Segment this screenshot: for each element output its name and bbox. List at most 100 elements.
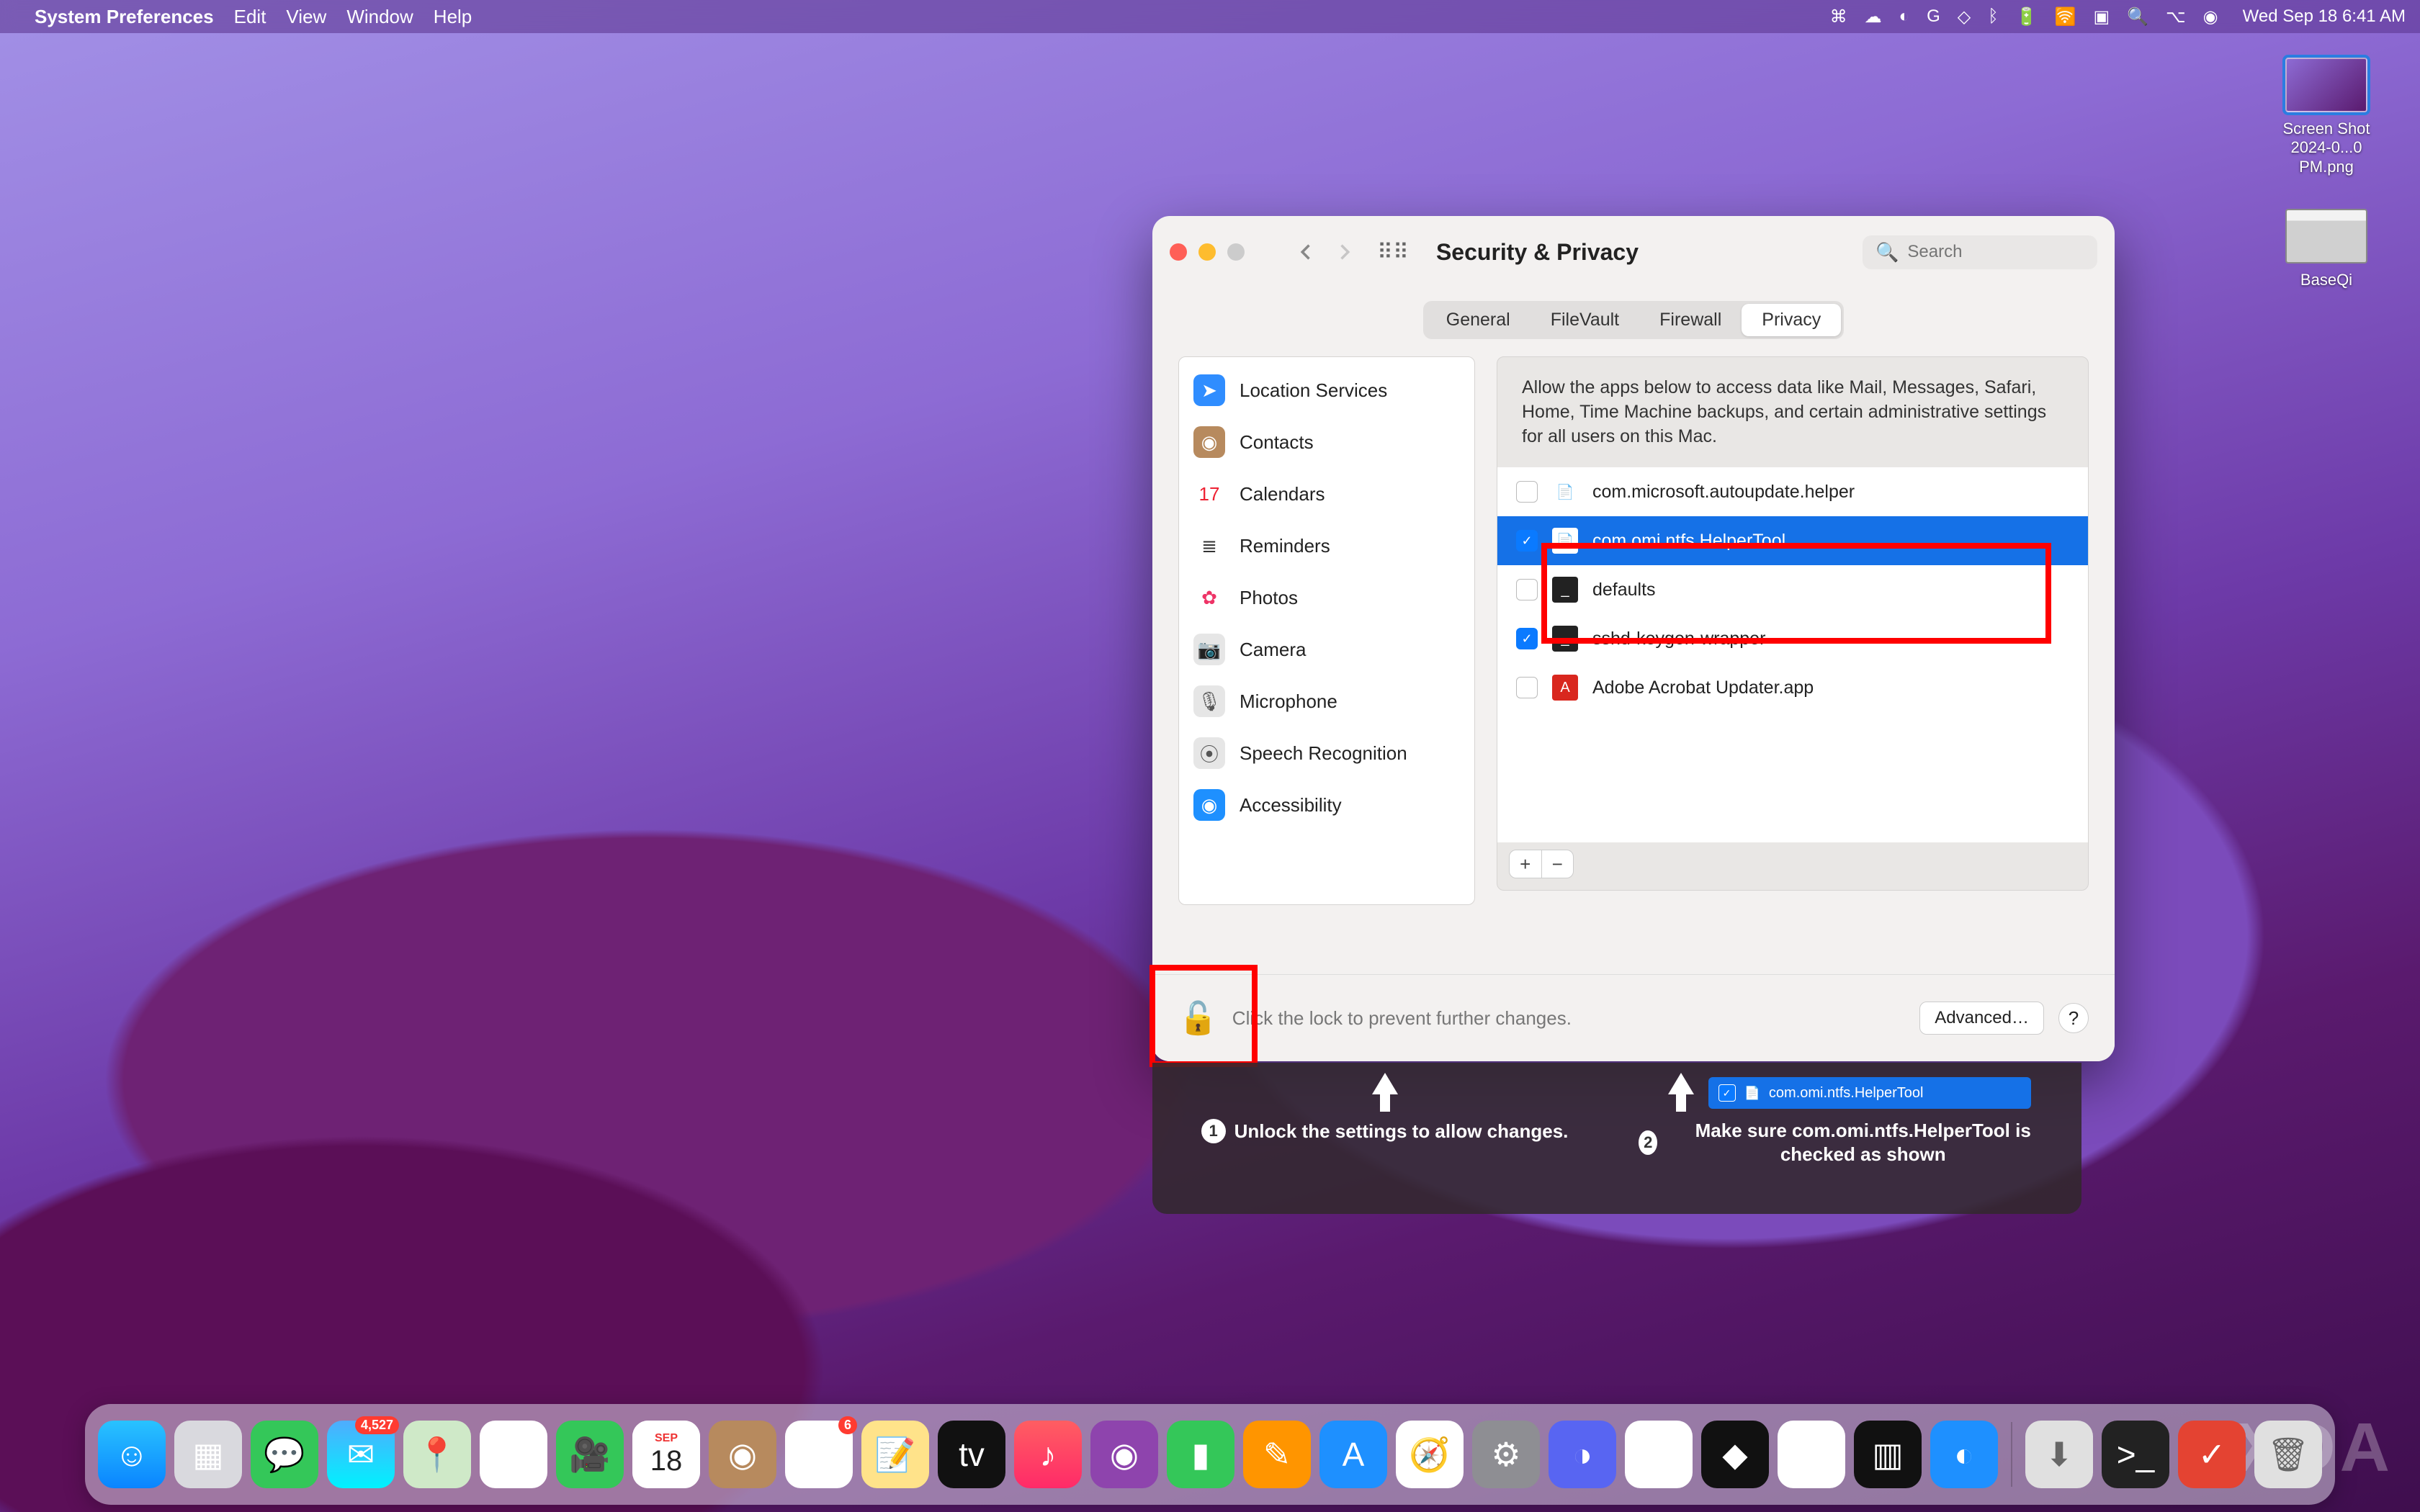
dock-tile-launchpad[interactable]: ▦ — [174, 1421, 242, 1488]
menubar-clock[interactable]: Wed Sep 18 6:41 AM — [2243, 6, 2406, 27]
dock-tile-maps[interactable]: 📍 — [403, 1421, 471, 1488]
dock-tile-cleanmymac[interactable]: ◐ — [1930, 1421, 1998, 1488]
dock-tile-discord[interactable]: ◑ — [1549, 1421, 1616, 1488]
dock-tile-sysprefs[interactable]: ⚙ — [1472, 1421, 1540, 1488]
siri-icon[interactable]: ◉ — [2203, 6, 2218, 27]
dock-tile-downloads[interactable]: ⬇ — [2025, 1421, 2093, 1488]
bluetooth-icon[interactable]: ᛒ — [1988, 6, 1998, 27]
dock-tile-reminders[interactable]: ≣6 — [785, 1421, 853, 1488]
show-all-icon[interactable]: ⠿⠿ — [1377, 240, 1409, 265]
permission-checkbox[interactable]: ✓ — [1516, 530, 1538, 552]
back-button[interactable] — [1295, 240, 1318, 264]
dock-tile-calendar[interactable]: SEP18 — [632, 1421, 700, 1488]
category-item[interactable]: ⦿Speech Recognition — [1179, 727, 1474, 779]
dock-tile-finder[interactable]: ☺ — [98, 1421, 166, 1488]
help-button[interactable]: ? — [2058, 1003, 2089, 1033]
dock-tile-facetime[interactable]: 🎥 — [556, 1421, 624, 1488]
app-row[interactable]: _defaults — [1497, 565, 2088, 614]
tab-filevault[interactable]: FileVault — [1531, 304, 1639, 336]
wifi-icon[interactable]: 🛜 — [2055, 6, 2076, 27]
app-menu[interactable]: System Preferences — [35, 6, 214, 28]
dock-tile-photos[interactable]: ✿ — [480, 1421, 547, 1488]
dock-tile-pages[interactable]: ✎ — [1243, 1421, 1311, 1488]
desktop-icon-screenshot[interactable]: Screen Shot 2024-0...0 PM.png — [2269, 58, 2384, 176]
category-item[interactable]: 📷Camera — [1179, 624, 1474, 675]
minimize-button[interactable] — [1198, 243, 1216, 261]
dock-tile-slack[interactable]: ✳ — [1625, 1421, 1693, 1488]
circle-status-icon[interactable]: ◐ — [1899, 6, 1910, 27]
category-item[interactable]: ≣Reminders — [1179, 520, 1474, 572]
app-permission-list[interactable]: 📄com.microsoft.autoupdate.helper✓📄com.om… — [1497, 467, 2088, 842]
app-row[interactable]: ✓📄com.omi.ntfs.HelperTool — [1497, 516, 2088, 565]
app-row[interactable]: AAdobe Acrobat Updater.app — [1497, 663, 2088, 712]
dock-tile-music[interactable]: ♪ — [1014, 1421, 1082, 1488]
permission-checkbox[interactable] — [1516, 481, 1538, 503]
search-field[interactable]: 🔍 — [1863, 235, 2097, 269]
dock-tile-numbers[interactable]: ▮ — [1167, 1421, 1234, 1488]
step-1-text: Unlock the settings to allow changes. — [1234, 1120, 1569, 1143]
system-preferences-window: ⠿⠿ Security & Privacy 🔍 General FileVaul… — [1152, 216, 2115, 1061]
dock-tile-safari[interactable]: 🧭 — [1396, 1421, 1464, 1488]
screen-mirror-icon[interactable]: ▣ — [2093, 6, 2110, 27]
category-item[interactable]: ✿Photos — [1179, 572, 1474, 624]
dock-tile-chrome[interactable]: ◉ — [1778, 1421, 1845, 1488]
permission-checkbox[interactable]: ✓ — [1516, 628, 1538, 649]
desktop-icon-baseqi[interactable]: BaseQi — [2269, 209, 2384, 289]
search-input[interactable] — [1906, 241, 2084, 263]
cloud-icon[interactable]: ☁ — [1865, 6, 1882, 27]
dock-tile-messages[interactable]: 💬 — [251, 1421, 318, 1488]
spotlight-icon[interactable]: 🔍 — [2127, 6, 2148, 27]
category-item[interactable]: 🎙Microphone — [1179, 675, 1474, 727]
dock-tile-contacts[interactable]: ◉ — [709, 1421, 776, 1488]
dock-tile-tv[interactable]: tv — [938, 1421, 1005, 1488]
app-name: com.microsoft.autoupdate.helper — [1592, 482, 1855, 503]
box-icon[interactable]: ◇ — [1958, 6, 1971, 27]
battery-icon[interactable]: 🔋 — [2016, 6, 2038, 27]
category-label: Photos — [1240, 587, 1298, 609]
grammarly-icon[interactable]: G — [1927, 6, 1940, 27]
tab-firewall[interactable]: Firewall — [1639, 304, 1742, 336]
category-item[interactable]: ➤Location Services — [1179, 364, 1474, 416]
dock-tile-trash[interactable]: 🗑 — [2254, 1421, 2322, 1488]
forward-button[interactable] — [1332, 240, 1355, 264]
control-center-icon[interactable]: ⌥ — [2166, 6, 2186, 27]
permission-checkbox[interactable] — [1516, 677, 1538, 698]
dock-tile-istat[interactable]: ▥ — [1854, 1421, 1922, 1488]
dock-tile-terminal[interactable]: >_ — [2102, 1421, 2169, 1488]
app-row[interactable]: 📄com.microsoft.autoupdate.helper — [1497, 467, 2088, 516]
menu-view[interactable]: View — [286, 6, 326, 28]
advanced-button[interactable]: Advanced… — [1919, 1002, 2044, 1035]
app-row[interactable]: ✓_sshd-keygen-wrapper — [1497, 614, 2088, 663]
permission-checkbox[interactable] — [1516, 579, 1538, 600]
dock-tile-notes[interactable]: 📝 — [861, 1421, 929, 1488]
menu-help[interactable]: Help — [434, 6, 472, 28]
menu-window[interactable]: Window — [346, 6, 413, 28]
category-item[interactable]: ◉Accessibility — [1179, 779, 1474, 831]
dock-glyph: ◉ — [1797, 1435, 1826, 1474]
privacy-category-list[interactable]: ➤Location Services◉Contacts17Calendars≣R… — [1178, 356, 1475, 905]
menu-edit[interactable]: Edit — [234, 6, 266, 28]
dropbox-icon[interactable]: ⌘ — [1830, 6, 1847, 27]
tab-general[interactable]: General — [1426, 304, 1531, 336]
tab-privacy[interactable]: Privacy — [1742, 304, 1841, 336]
remove-button[interactable]: − — [1542, 850, 1574, 878]
close-button[interactable] — [1170, 243, 1187, 261]
dock-glyph: ≣ — [805, 1435, 833, 1474]
add-button[interactable]: + — [1510, 850, 1542, 878]
dock-glyph: 🧭 — [1409, 1435, 1450, 1475]
zoom-button[interactable] — [1227, 243, 1245, 261]
lock-icon[interactable]: 🔓 — [1178, 999, 1218, 1037]
dock-tile-appstore[interactable]: A — [1319, 1421, 1387, 1488]
dock-glyph: >_ — [2117, 1435, 2154, 1474]
category-icon: 📷 — [1193, 634, 1225, 665]
step-2-text: Make sure com.omi.ntfs.HelperTool is che… — [1666, 1119, 2060, 1166]
dock-tile-mail[interactable]: ✉4,527 — [327, 1421, 395, 1488]
app-icon: _ — [1552, 626, 1578, 652]
dock-tile-podcasts[interactable]: ◉ — [1090, 1421, 1158, 1488]
dock-tile-todoist[interactable]: ✓ — [2178, 1421, 2246, 1488]
category-item[interactable]: ◉Contacts — [1179, 416, 1474, 468]
privacy-description: Allow the apps below to access data like… — [1497, 357, 2088, 467]
dock-tile-obsidian[interactable]: ◆ — [1701, 1421, 1769, 1488]
category-item[interactable]: 17Calendars — [1179, 468, 1474, 520]
dock-glyph: ☺ — [115, 1435, 149, 1474]
